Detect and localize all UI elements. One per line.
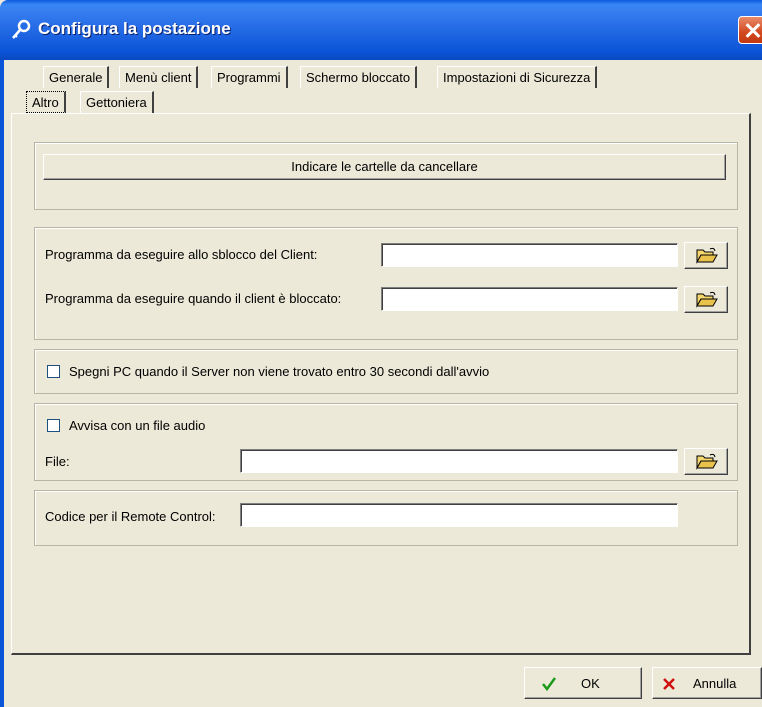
tab-altro[interactable]: Altro	[26, 91, 66, 113]
remote-control-label: Codice per il Remote Control:	[45, 509, 216, 524]
cancel-label: Annulla	[693, 676, 737, 691]
locked-program-field[interactable]	[381, 287, 678, 311]
audio-label: Avvisa con un file audio	[69, 418, 206, 433]
unlock-program-field[interactable]	[381, 243, 678, 267]
file-label: File:	[45, 454, 70, 469]
browse-audio-file-button[interactable]	[684, 448, 728, 475]
title-bar[interactable]: Configura la postazione	[0, 0, 762, 60]
open-folder-icon	[696, 291, 718, 308]
delete-folders-button[interactable]: Indicare le cartelle da cancellare	[43, 154, 726, 180]
tab-schermo-bloccato[interactable]: Schermo bloccato	[300, 66, 418, 88]
tab-impostazioni-sicurezza[interactable]: Impostazioni di Sicurezza	[437, 66, 598, 88]
tab-menu-client[interactable]: Menù client	[119, 66, 199, 88]
cancel-x-icon	[663, 678, 675, 690]
shutdown-checkbox[interactable]	[47, 365, 60, 378]
close-button[interactable]	[738, 16, 762, 44]
key-icon	[12, 19, 31, 39]
browse-unlock-program-button[interactable]	[684, 242, 728, 269]
remote-control-field[interactable]	[240, 503, 678, 527]
unlock-program-label: Programma da eseguire allo sblocco del C…	[45, 247, 318, 262]
shutdown-label: Spegni PC quando il Server non viene tro…	[69, 364, 490, 379]
audio-checkbox[interactable]	[47, 419, 60, 432]
open-folder-icon	[696, 453, 718, 470]
checkmark-icon	[542, 677, 556, 691]
audio-file-field[interactable]	[240, 449, 678, 473]
cancel-button[interactable]: Annulla	[652, 667, 762, 699]
ok-label: OK	[581, 676, 600, 691]
ok-button[interactable]: OK	[524, 667, 642, 699]
window-frame-left	[0, 60, 4, 707]
tab-gettoniera[interactable]: Gettoniera	[80, 91, 154, 113]
browse-locked-program-button[interactable]	[684, 286, 728, 313]
tab-programmi[interactable]: Programmi	[211, 66, 288, 88]
tab-generale[interactable]: Generale	[43, 66, 110, 88]
locked-program-label: Programma da eseguire quando il client è…	[45, 291, 342, 306]
open-folder-icon	[696, 247, 718, 264]
window-title: Configura la postazione	[38, 19, 231, 38]
